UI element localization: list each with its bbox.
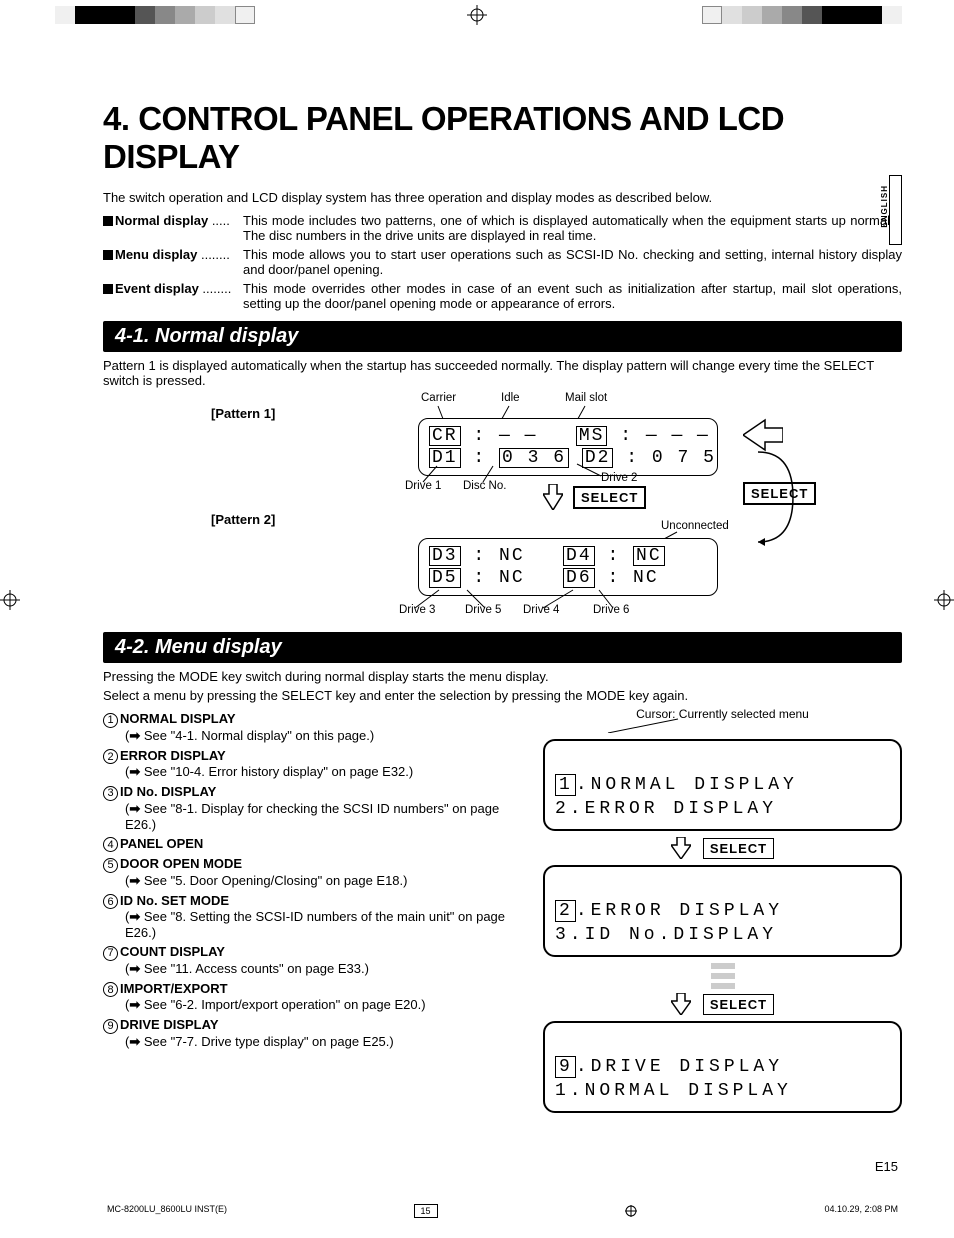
menu-item: 1NORMAL DISPLAY(➡ See "4-1. Normal displ…	[103, 711, 523, 744]
callout-drive4: Drive 4	[523, 604, 559, 616]
callout-drive1: Drive 1	[405, 480, 441, 492]
pattern1-label: [Pattern 1]	[211, 406, 275, 421]
circled-number-icon: 3	[103, 786, 118, 801]
language-tab-label: ENGLISH	[880, 185, 889, 228]
menu-lcd-3: 9.DRIVE DISPLAY 1.NORMAL DISPLAY	[543, 1021, 902, 1113]
print-footer: MC-8200LU_8600LU INST(E) 15 04.10.29, 2:…	[103, 1204, 902, 1238]
select-indicator: SELECT	[743, 482, 816, 505]
bullet-icon	[103, 216, 113, 226]
circled-number-icon: 6	[103, 894, 118, 909]
section-4-2-p2: Select a menu by pressing the SELECT key…	[103, 688, 902, 703]
select-indicator: SELECT	[543, 993, 902, 1015]
menu-list: 1NORMAL DISPLAY(➡ See "4-1. Normal displ…	[103, 707, 523, 1054]
circled-number-icon: 1	[103, 713, 118, 728]
menu-item: 6ID No. SET MODE(➡ See "8. Setting the S…	[103, 893, 523, 941]
menu-item: 4PANEL OPEN	[103, 836, 523, 853]
circled-number-icon: 4	[103, 837, 118, 852]
select-indicator: SELECT	[543, 484, 646, 510]
menu-item: 5DOOR OPEN MODE(➡ See "5. Door Opening/C…	[103, 856, 523, 889]
bullet-icon	[103, 284, 113, 294]
lcd-pattern2: D3 : NC D4 : NC D5 : NC D6 : NC	[418, 538, 718, 596]
crop-marks	[0, 0, 954, 60]
lcd-pattern1: CR : — — MS : — — — D1 : 0 3 6 D2 : 0 7 …	[418, 418, 718, 476]
callout-drive2: Drive 2	[601, 472, 637, 484]
callout-unconnected: Unconnected	[661, 520, 729, 532]
section-heading-4-1: 4-1. Normal display	[103, 321, 902, 352]
menu-item: 3ID No. DISPLAY(➡ See "8-1. Display for …	[103, 784, 523, 832]
intro-text: The switch operation and LCD display sys…	[103, 190, 902, 205]
circled-number-icon: 9	[103, 1019, 118, 1034]
circled-number-icon: 2	[103, 749, 118, 764]
bullet-icon	[103, 250, 113, 260]
registration-mark-icon	[0, 590, 20, 610]
menu-lcd-1: 1.NORMAL DISPLAY 2.ERROR DISPLAY	[543, 739, 902, 831]
mode-event: Event display ........ This mode overrid…	[103, 281, 902, 311]
section-4-1-text: Pattern 1 is displayed automatically whe…	[103, 358, 902, 388]
mode-menu: Menu display ........ This mode allows y…	[103, 247, 902, 277]
section-4-2-p1: Pressing the MODE key switch during norm…	[103, 669, 902, 684]
registration-mark-icon	[934, 590, 954, 610]
page-number: E15	[103, 1159, 898, 1174]
circled-number-icon: 5	[103, 858, 118, 873]
callout-drive3: Drive 3	[399, 604, 435, 616]
callout-idle: Idle	[501, 392, 520, 404]
menu-item: 8IMPORT/EXPORT(➡ See "6-2. Import/export…	[103, 981, 523, 1014]
language-tab	[889, 175, 902, 245]
select-indicator: SELECT	[543, 837, 902, 859]
registration-mark-icon	[467, 5, 487, 25]
ellipsis-bars-icon	[543, 963, 902, 989]
menu-lcd-2: 2.ERROR DISPLAY 3.ID No.DISPLAY	[543, 865, 902, 957]
callout-mailslot: Mail slot	[565, 392, 607, 404]
section-heading-4-2: 4-2. Menu display	[103, 632, 902, 663]
menu-item: 7COUNT DISPLAY(➡ See "11. Access counts"…	[103, 944, 523, 977]
callout-drive5: Drive 5	[465, 604, 501, 616]
callout-discno: Disc No.	[463, 480, 506, 492]
callout-drive6: Drive 6	[593, 604, 629, 616]
arrow-left-icon	[743, 418, 783, 457]
menu-item: 9DRIVE DISPLAY(➡ See "7-7. Drive type di…	[103, 1017, 523, 1050]
page-title: 4. CONTROL PANEL OPERATIONS AND LCD DISP…	[103, 100, 902, 176]
circled-number-icon: 8	[103, 982, 118, 997]
callout-carrier: Carrier	[421, 392, 456, 404]
pattern2-label: [Pattern 2]	[211, 512, 275, 527]
menu-item: 2ERROR DISPLAY(➡ See "10-4. Error histor…	[103, 748, 523, 781]
circled-number-icon: 7	[103, 946, 118, 961]
mode-normal: Normal display ..... This mode includes …	[103, 213, 902, 243]
